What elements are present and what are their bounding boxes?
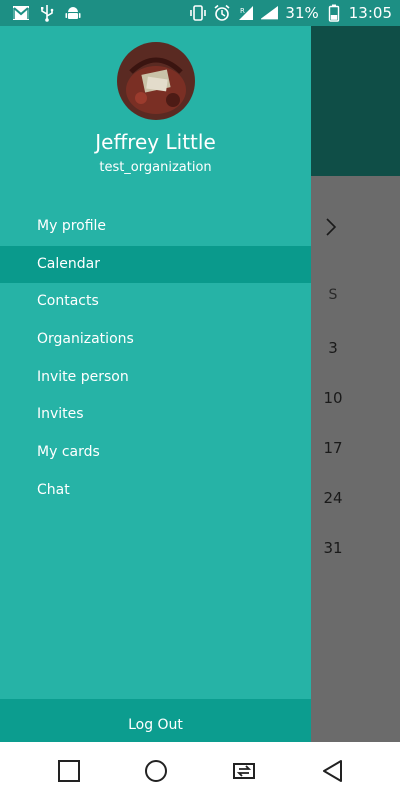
logout-button[interactable]: Log Out xyxy=(0,699,311,742)
status-bar: R 31% 13:05 xyxy=(0,0,400,26)
menu-item-contacts[interactable]: Contacts xyxy=(0,283,311,321)
signal-icon: R xyxy=(237,4,255,22)
status-time: 13:05 xyxy=(348,4,392,22)
user-organization: test_organization xyxy=(99,160,212,175)
alarm-icon xyxy=(213,4,231,22)
signal-full-icon xyxy=(261,4,279,22)
calendar-date: 17 xyxy=(323,439,343,457)
gmail-icon xyxy=(12,4,30,22)
status-bar-left-icons xyxy=(0,4,82,22)
navigation-drawer: Jeffrey Little test_organization My prof… xyxy=(0,26,311,742)
user-name: Jeffrey Little xyxy=(95,130,216,154)
battery-icon xyxy=(325,4,343,22)
recents-square-icon[interactable] xyxy=(56,758,82,784)
calendar-date: 3 xyxy=(328,339,338,357)
avatar[interactable] xyxy=(117,42,195,120)
battery-percent: 31% xyxy=(285,4,319,22)
system-navigation-bar xyxy=(0,742,400,800)
menu-item-chat[interactable]: Chat xyxy=(0,472,311,510)
calendar-date: 31 xyxy=(323,539,343,557)
menu-item-my-profile[interactable]: My profile xyxy=(0,208,311,246)
calendar-day-header: S xyxy=(328,287,338,303)
menu-item-organizations[interactable]: Organizations xyxy=(0,321,311,359)
vibrate-icon xyxy=(189,4,207,22)
usb-icon xyxy=(38,4,56,22)
android-debug-icon xyxy=(64,4,82,22)
menu-item-invite-person[interactable]: Invite person xyxy=(0,359,311,397)
back-triangle-icon[interactable] xyxy=(320,758,346,784)
switch-apps-icon[interactable] xyxy=(230,758,256,784)
calendar-date: 10 xyxy=(323,389,343,407)
menu-item-my-cards[interactable]: My cards xyxy=(0,434,311,472)
status-bar-right: R 31% 13:05 xyxy=(189,4,400,22)
svg-text:R: R xyxy=(240,7,245,15)
chevron-right-icon xyxy=(322,218,340,236)
calendar-date: 24 xyxy=(323,489,343,507)
home-circle-icon[interactable] xyxy=(143,758,169,784)
menu-item-calendar[interactable]: Calendar xyxy=(0,245,311,284)
menu-item-invites[interactable]: Invites xyxy=(0,396,311,434)
drawer-menu: My profile Calendar Contacts Organizatio… xyxy=(0,208,311,510)
